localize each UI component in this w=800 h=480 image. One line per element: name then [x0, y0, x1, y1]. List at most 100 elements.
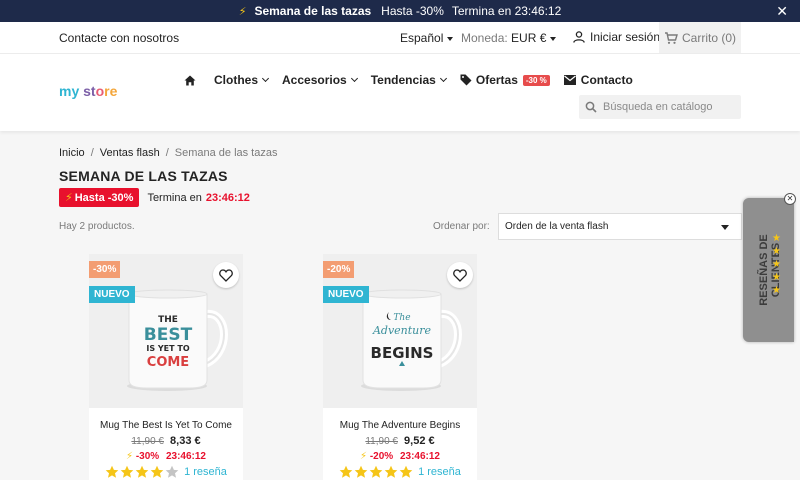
current-price: 8,33 €	[170, 435, 201, 447]
banner-countdown: Termina en 23:46:12	[451, 4, 562, 18]
tag-icon	[460, 74, 472, 86]
chevron-down-icon	[350, 74, 358, 83]
search-box	[579, 95, 741, 119]
contact-link[interactable]: Contacte con nosotros	[59, 31, 179, 45]
login-link[interactable]: Iniciar sesión	[572, 30, 660, 44]
mug-text: IS YET TO	[146, 344, 189, 353]
star-filled-icon	[135, 465, 149, 478]
promo-badge-label: Hasta -30%	[74, 192, 134, 204]
flash-sale-banner[interactable]: ⚡ Semana de las tazas Hasta -30% Termina…	[0, 0, 800, 22]
logo-part: o	[95, 83, 105, 99]
customer-reviews-tab[interactable]: RESEÑAS DE CLIENTES ★ ★ ★ ★ ★	[743, 198, 794, 342]
caret-down-icon	[550, 36, 557, 41]
language-selector[interactable]: Español	[400, 31, 454, 45]
cart-icon	[664, 31, 678, 44]
current-price: 9,52 €	[404, 435, 435, 447]
nav-contacto-label: Contacto	[580, 73, 633, 87]
nav-home[interactable]	[184, 75, 196, 86]
promo-row: ⚡ Hasta -30% Termina en 23:46:12	[59, 188, 250, 207]
product-count: Hay 2 productos.	[59, 221, 135, 232]
mug-text: BEGINS	[371, 344, 434, 362]
star-filled-icon	[150, 465, 164, 478]
product-name[interactable]: Mug The Adventure Begins	[323, 420, 477, 431]
discount-badge: -20%	[323, 261, 355, 278]
nav-tendencias-label: Tendencias	[370, 73, 436, 87]
breadcrumb-ventas-flash[interactable]: Ventas flash	[100, 147, 160, 159]
nav-accesorios[interactable]: Accesorios	[282, 73, 358, 87]
product-name[interactable]: Mug The Best Is Yet To Come	[89, 420, 243, 431]
wishlist-button[interactable]	[447, 262, 473, 288]
nav-tendencias[interactable]: Tendencias	[370, 73, 447, 87]
star-filled-icon	[105, 465, 119, 478]
flash-info: ⚡ -20% 23:46:12	[323, 451, 477, 462]
main-nav: Clothes Accesorios Tendencias Ofertas -3…	[184, 73, 647, 87]
nav-contacto[interactable]: Contacto	[563, 73, 633, 87]
product-image[interactable]: THE BEST IS YET TO COME -30% NUEVO	[89, 254, 243, 408]
star-filled-icon	[120, 465, 134, 478]
sort-select[interactable]: Orden de la venta flash	[498, 213, 742, 240]
reviews-link[interactable]: 1 reseña	[184, 466, 227, 478]
currency-value: EUR €	[511, 31, 547, 45]
logo-part: st	[83, 83, 96, 99]
product-prices: 11,90 € 8,33 €	[89, 435, 243, 447]
product-prices: 11,90 € 9,52 €	[323, 435, 477, 447]
product-card[interactable]: THE BEST IS YET TO COME -30% NUEVO Mug T…	[89, 254, 243, 480]
search-icon[interactable]	[585, 101, 597, 113]
breadcrumb-current: Semana de las tazas	[174, 147, 278, 159]
store-logo[interactable]: my store	[59, 83, 117, 99]
lightning-icon: ⚡	[238, 5, 247, 18]
star-icon: ★	[772, 246, 781, 257]
heart-icon	[219, 268, 233, 282]
currency-selector[interactable]: Moneda: EUR €	[461, 31, 557, 45]
banner-title: Semana de las tazas	[254, 4, 372, 18]
cart-button[interactable]: Carrito (0)	[659, 22, 741, 53]
user-icon	[573, 31, 585, 43]
caret-down-icon	[447, 36, 454, 41]
star-filled-icon	[384, 465, 398, 478]
currency-label: Moneda:	[461, 31, 508, 45]
flash-info: ⚡ -30% 23:46:12	[89, 451, 243, 462]
reviews-tab-stars: ★ ★ ★ ★ ★	[772, 232, 781, 297]
reviews-tab-close-icon[interactable]: ✕	[784, 193, 796, 205]
old-price: 11,90 €	[365, 436, 398, 447]
home-icon	[184, 75, 196, 85]
star-icon: ★	[772, 285, 781, 296]
star-filled-icon	[354, 465, 368, 478]
banner-close-icon[interactable]: ✕	[776, 3, 788, 20]
product-image[interactable]: The Adventure BEGINS -20% NUEVO	[323, 254, 477, 408]
nav-clothes-label: Clothes	[214, 73, 259, 87]
product-rating: 1 reseña	[89, 465, 243, 479]
product-rating: 1 reseña	[323, 465, 477, 479]
mug-text: BEST	[144, 325, 193, 345]
language-value: Español	[400, 31, 444, 45]
chevron-down-icon	[261, 74, 270, 83]
search-input[interactable]	[603, 101, 733, 113]
reviews-link[interactable]: 1 reseña	[418, 466, 461, 478]
nav-accesorios-label: Accesorios	[282, 73, 347, 87]
star-empty-icon	[165, 465, 179, 478]
chevron-down-icon	[439, 74, 447, 83]
discount-badge: -30%	[89, 261, 121, 278]
lightning-icon: ⚡	[65, 192, 73, 204]
login-label: Iniciar sesión	[590, 30, 661, 44]
nav-clothes[interactable]: Clothes	[214, 73, 270, 87]
logo-part: re	[104, 83, 118, 99]
old-price: 11,90 €	[131, 436, 164, 447]
new-badge: NUEVO	[89, 286, 135, 303]
wishlist-button[interactable]	[213, 262, 239, 288]
mug-text: COME	[147, 355, 189, 370]
breadcrumb-separator: /	[165, 147, 169, 159]
flash-discount: -30%	[135, 451, 160, 462]
page-title: SEMANA DE LAS TAZAS	[59, 168, 228, 184]
user-bar: Contacte con nosotros Español Moneda: EU…	[0, 22, 800, 54]
breadcrumb-home[interactable]: Inicio	[59, 147, 85, 159]
caret-down-icon	[721, 225, 729, 230]
promo-countdown: 23:46:12	[205, 191, 250, 204]
nav-ofertas[interactable]: Ofertas -30 %	[460, 73, 550, 87]
product-card[interactable]: The Adventure BEGINS -20% NUEVO Mug The …	[323, 254, 477, 480]
flash-discount: -20%	[369, 451, 394, 462]
lightning-icon: ⚡	[126, 451, 134, 462]
star-icon: ★	[772, 272, 781, 283]
new-badge: NUEVO	[323, 286, 369, 303]
mug-text: The	[393, 313, 410, 323]
